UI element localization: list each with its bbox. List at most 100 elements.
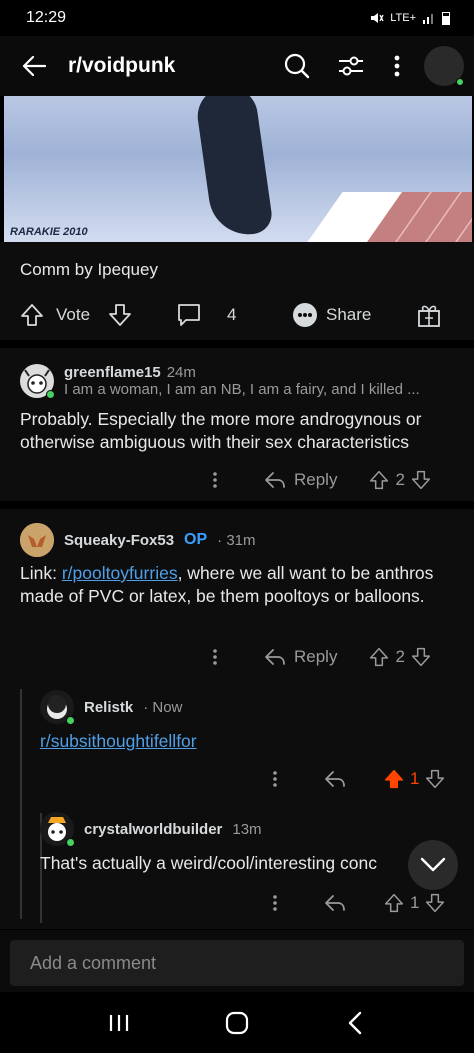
reply-arrow-icon[interactable] (264, 648, 286, 666)
upvote-icon[interactable] (369, 647, 389, 667)
post-actions: Vote 4 Share (0, 298, 474, 332)
share-icon (293, 303, 317, 327)
status-icons: LTE+ (370, 11, 450, 25)
comment-text: r/subsithoughtifellfor (40, 730, 460, 753)
comments-button[interactable] (176, 302, 202, 328)
comment-username[interactable]: Squeaky-Fox53 (64, 532, 174, 549)
subreddit-title[interactable]: r/voidpunk (68, 54, 270, 78)
comment-text: Probably. Especially the more more andro… (20, 409, 422, 452)
avatar[interactable] (20, 364, 55, 399)
comment-username[interactable]: crystalworldbuilder (84, 821, 222, 838)
signal-icon (423, 14, 433, 24)
kebab-menu-icon[interactable] (272, 894, 278, 912)
comment-bubble-icon (178, 304, 200, 326)
post-caption: Comm by Ipequey (20, 260, 158, 279)
kebab-menu-icon[interactable] (272, 770, 278, 788)
top-bar: r/voidpunk (0, 36, 474, 96)
comment-actions: Reply 2 (212, 643, 462, 671)
comment-actions: 1 (272, 765, 462, 793)
downvote-icon (109, 304, 131, 326)
comment-time: 13m (232, 820, 262, 838)
comment-1: greenflame15 24m I am a woman, I am an N… (0, 348, 474, 501)
op-badge: OP (184, 531, 208, 548)
avatar[interactable] (20, 523, 54, 557)
comment-actions: Reply 2 (212, 466, 462, 494)
reply-button[interactable]: Reply (294, 647, 337, 667)
comment-score: 2 (395, 647, 405, 666)
mute-icon (371, 13, 384, 23)
comment-count: 4 (227, 305, 237, 324)
comment-bar: Add a comment (0, 930, 474, 992)
online-indicator (66, 838, 75, 847)
share-label: Share (326, 305, 372, 324)
chevron-down-icon (420, 857, 446, 872)
comment-score: 1 (410, 893, 420, 912)
post-image[interactable]: RARAKIE 2010 (4, 96, 472, 242)
vote-label: Vote (56, 305, 91, 324)
downvote-button[interactable] (108, 303, 132, 327)
comment-score: 2 (395, 470, 405, 489)
recent-apps-button[interactable] (89, 998, 149, 1048)
comment-header: greenflame15 24m I am a woman, I am an N… (20, 364, 460, 399)
subreddit-link[interactable]: r/subsithoughtifellfor (40, 731, 197, 751)
comment-header: Squeaky-Fox53 OP · 31m (20, 523, 256, 557)
upvote-button[interactable] (20, 303, 44, 327)
chevron-left-icon (348, 1011, 362, 1034)
reply-arrow-icon[interactable] (264, 471, 286, 489)
online-indicator (46, 390, 55, 399)
upvote-icon[interactable] (369, 470, 389, 490)
arrow-left-icon (22, 55, 47, 77)
filter-button[interactable] (324, 36, 378, 96)
kebab-menu-icon (394, 55, 400, 77)
gift-icon (418, 305, 440, 327)
comment-text: That's actually a weird/cool/interesting… (40, 853, 377, 873)
reply-button[interactable]: Reply (294, 470, 337, 490)
back-button[interactable] (0, 36, 68, 96)
share-button[interactable]: Share (292, 302, 371, 328)
more-options-button[interactable] (378, 36, 416, 96)
user-avatar-button[interactable] (424, 46, 464, 86)
comment-header: crystalworldbuilder 13m (40, 812, 262, 847)
downvote-icon[interactable] (411, 470, 431, 490)
comment-time: · Now (143, 698, 183, 716)
scroll-down-button[interactable] (408, 840, 458, 890)
comment-username[interactable]: greenflame15 (64, 364, 161, 381)
search-button[interactable] (270, 36, 324, 96)
home-button[interactable] (207, 998, 267, 1048)
downvote-icon[interactable] (411, 647, 431, 667)
sliders-icon (339, 56, 363, 76)
reply-arrow-icon[interactable] (324, 770, 346, 788)
post-body: Comm by Ipequey Vote 4 Share (0, 242, 474, 340)
kebab-menu-icon[interactable] (212, 471, 218, 489)
upvote-icon[interactable] (384, 893, 404, 913)
downvote-icon[interactable] (425, 769, 445, 789)
comment-text: Link: r/pooltoyfurries, where we all wan… (20, 563, 434, 606)
subreddit-link[interactable]: r/pooltoyfurries (62, 563, 178, 583)
system-nav-bar (0, 992, 474, 1053)
award-button[interactable] (416, 302, 442, 328)
comment-username[interactable]: Relistk (84, 699, 133, 716)
upvote-active-icon[interactable] (384, 769, 404, 789)
upvote-icon (21, 304, 43, 326)
network-label: LTE+ (390, 12, 416, 24)
avatar[interactable] (40, 812, 75, 847)
comment-time: · 31m (217, 531, 256, 549)
user-flair: I am a woman, I am an NB, I am a fairy, … (64, 381, 420, 398)
system-back-button[interactable] (325, 998, 385, 1048)
artist-signature: RARAKIE 2010 (10, 226, 88, 238)
comment-score: 1 (410, 769, 420, 788)
status-time: 12:29 (26, 9, 67, 26)
downvote-icon[interactable] (425, 893, 445, 913)
recent-apps-icon (109, 1014, 129, 1031)
add-comment-input[interactable]: Add a comment (10, 940, 464, 986)
online-indicator (66, 716, 75, 725)
avatar[interactable] (40, 690, 75, 725)
thread-line[interactable] (20, 689, 22, 919)
search-icon (284, 53, 310, 79)
kebab-menu-icon[interactable] (212, 648, 218, 666)
comment-actions: 1 (272, 889, 462, 917)
reply-arrow-icon[interactable] (324, 894, 346, 912)
home-icon (225, 1011, 249, 1034)
status-bar: 12:29 LTE+ (0, 0, 474, 36)
fox-avatar-icon (20, 523, 54, 557)
